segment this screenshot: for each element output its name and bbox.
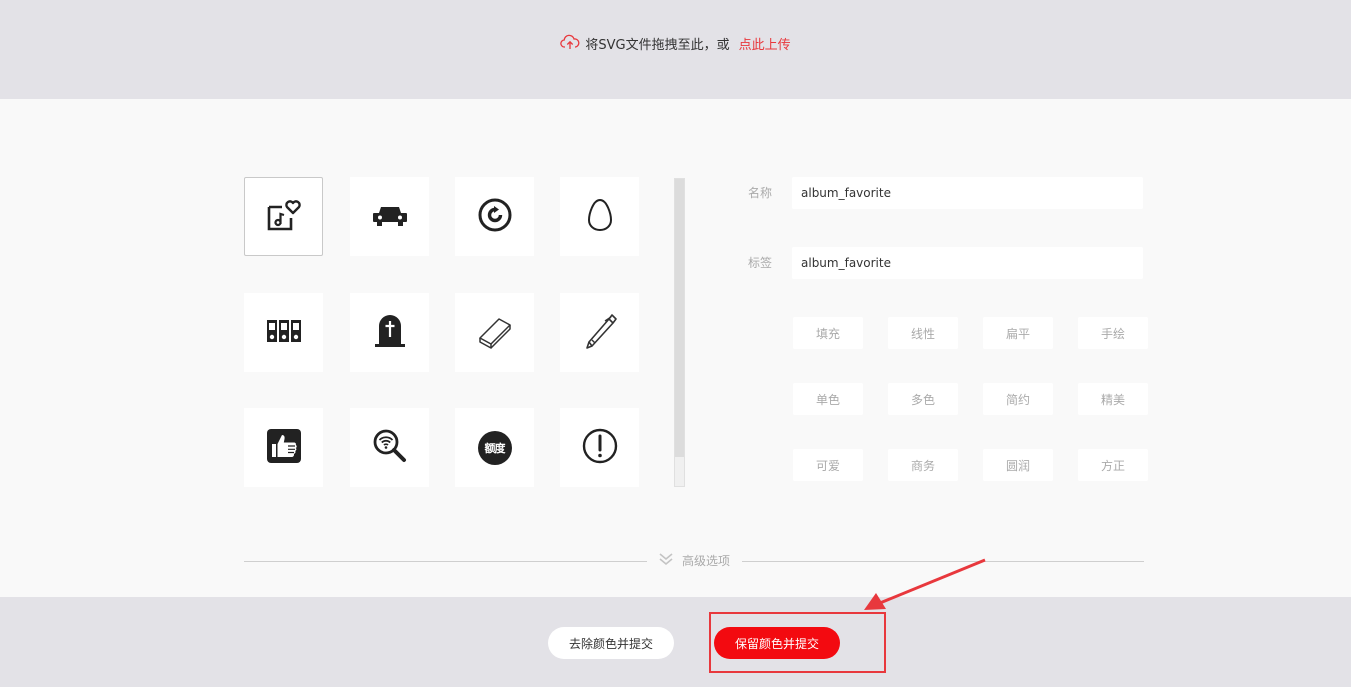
upload-prompt: 将SVG文件拖拽至此，或 点此上传 — [560, 34, 791, 54]
upload-prompt-text: 将SVG文件拖拽至此，或 — [585, 38, 730, 53]
tombstone-icon — [370, 311, 410, 355]
tag-chip[interactable]: 扁平 — [983, 317, 1053, 349]
icon-tile-exclamation[interactable] — [560, 408, 639, 487]
tag-chip[interactable]: 精美 — [1078, 383, 1148, 415]
advanced-options-toggle[interactable]: 高级选项 — [658, 551, 730, 570]
binders-icon — [264, 311, 304, 355]
icon-tile-quota[interactable]: 额度 — [455, 408, 534, 487]
icon-list-scrollbar[interactable] — [674, 178, 685, 487]
cloud-upload-icon — [560, 34, 585, 54]
icon-tile-binders[interactable] — [244, 293, 323, 372]
tags-label: 标签 — [748, 256, 773, 270]
tag-chip[interactable]: 简约 — [983, 383, 1053, 415]
action-bar — [0, 597, 1351, 687]
divider-right — [742, 561, 1144, 562]
pen-icon — [580, 311, 620, 355]
divider-left — [244, 561, 647, 562]
strip-color-submit-button[interactable]: 去除颜色并提交 — [548, 627, 674, 659]
tag-chip[interactable]: 多色 — [888, 383, 958, 415]
thumbs-up-icon — [264, 426, 304, 470]
tag-chip[interactable]: 方正 — [1078, 449, 1148, 481]
double-chevron-down-icon — [658, 551, 682, 570]
advanced-options-label: 高级选项 — [682, 554, 731, 568]
icon-tile-car[interactable] — [350, 177, 429, 256]
tags-input[interactable] — [792, 247, 1143, 279]
icon-tile-thumbs-up[interactable] — [244, 408, 323, 487]
exclamation-circle-icon — [580, 426, 620, 470]
icon-grid: 额度 — [244, 177, 644, 487]
tag-chip[interactable]: 填充 — [793, 317, 863, 349]
annotation-highlight-box — [709, 612, 886, 673]
tag-chip[interactable]: 手绘 — [1078, 317, 1148, 349]
wifi-search-icon — [370, 426, 410, 470]
icon-tile-wifi-search[interactable] — [350, 408, 429, 487]
icon-tile-tombstone[interactable] — [350, 293, 429, 372]
egg-icon — [580, 195, 620, 239]
upload-dropzone[interactable]: 将SVG文件拖拽至此，或 点此上传 — [0, 0, 1351, 99]
tag-chip[interactable]: 圆润 — [983, 449, 1053, 481]
scrollbar-thumb[interactable] — [675, 179, 684, 457]
eraser-icon — [475, 311, 515, 355]
tag-chip[interactable]: 线性 — [888, 317, 958, 349]
icon-tile-refresh[interactable] — [455, 177, 534, 256]
icon-tile-eraser[interactable] — [455, 293, 534, 372]
name-input[interactable] — [792, 177, 1143, 209]
quota-badge-text: 额度 — [484, 441, 506, 455]
car-icon — [370, 195, 410, 239]
icon-tile-album-favorite[interactable] — [244, 177, 323, 256]
quota-badge-icon: 额度 — [477, 430, 513, 466]
name-label: 名称 — [748, 186, 773, 200]
tag-chip[interactable]: 商务 — [888, 449, 958, 481]
icon-tile-pen[interactable] — [560, 293, 639, 372]
tag-chip[interactable]: 可爱 — [793, 449, 863, 481]
tag-chip[interactable]: 单色 — [793, 383, 863, 415]
refresh-circle-icon — [475, 195, 515, 239]
icon-tile-egg[interactable] — [560, 177, 639, 256]
album-favorite-icon — [264, 195, 304, 239]
upload-link[interactable]: 点此上传 — [739, 34, 791, 53]
